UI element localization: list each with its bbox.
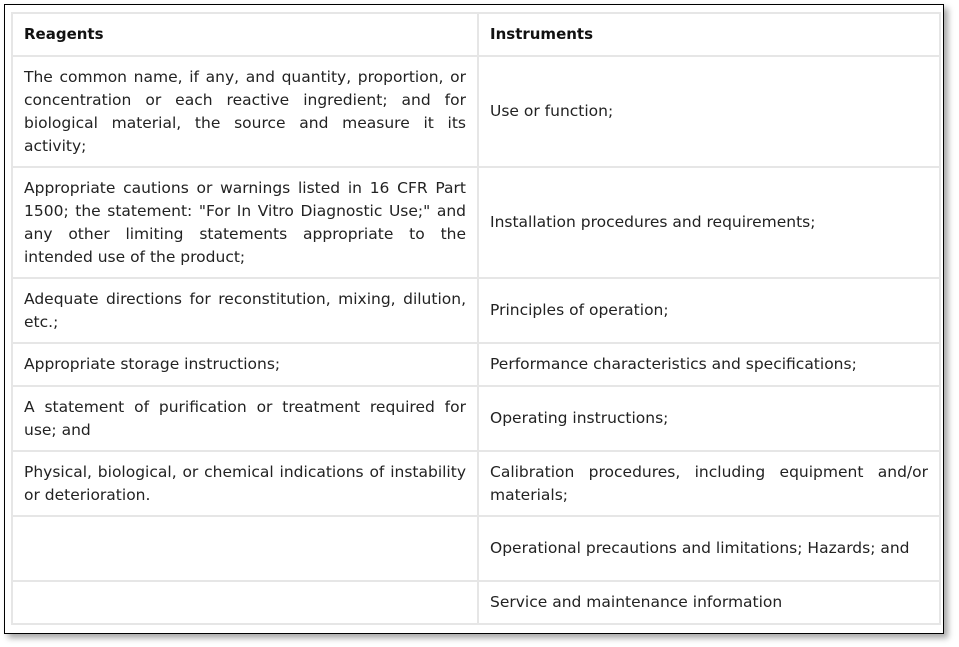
reagent-cell: Appropriate cautions or warnings listed … (11, 166, 479, 279)
document-frame: Reagents Instruments The common name, if… (4, 4, 944, 634)
table-row: Physical, biological, or chemical indica… (11, 450, 941, 517)
reagent-cell: A statement of purification or treatment… (11, 385, 479, 452)
table-row: A statement of purification or treatment… (11, 385, 941, 452)
table-row: The common name, if any, and quantity, p… (11, 55, 941, 168)
reagents-instruments-table: Reagents Instruments The common name, if… (11, 12, 941, 625)
instrument-cell: Performance characteristics and specific… (477, 342, 941, 387)
instrument-cell: Installation procedures and requirements… (477, 166, 941, 279)
table-row: Operational precautions and limitations;… (11, 515, 941, 582)
instrument-cell: Use or function; (477, 55, 941, 168)
header-reagents: Reagents (11, 12, 479, 57)
reagent-cell (11, 580, 479, 625)
header-instruments: Instruments (477, 12, 941, 57)
table-header-row: Reagents Instruments (11, 12, 941, 57)
table-row: Adequate directions for reconstitution, … (11, 277, 941, 344)
reagent-cell: Adequate directions for reconstitution, … (11, 277, 479, 344)
table-row: Service and maintenance information (11, 580, 941, 625)
reagent-cell (11, 515, 479, 582)
instrument-cell: Operational precautions and limitations;… (477, 515, 941, 582)
table-row: Appropriate cautions or warnings listed … (11, 166, 941, 279)
instrument-cell: Principles of operation; (477, 277, 941, 344)
instrument-cell: Operating instructions; (477, 385, 941, 452)
table-row: Appropriate storage instructions; Perfor… (11, 342, 941, 387)
reagent-cell: Physical, biological, or chemical indica… (11, 450, 479, 517)
instrument-cell: Service and maintenance information (477, 580, 941, 625)
reagent-cell: The common name, if any, and quantity, p… (11, 55, 479, 168)
instrument-cell: Calibration procedures, including equipm… (477, 450, 941, 517)
reagent-cell: Appropriate storage instructions; (11, 342, 479, 387)
